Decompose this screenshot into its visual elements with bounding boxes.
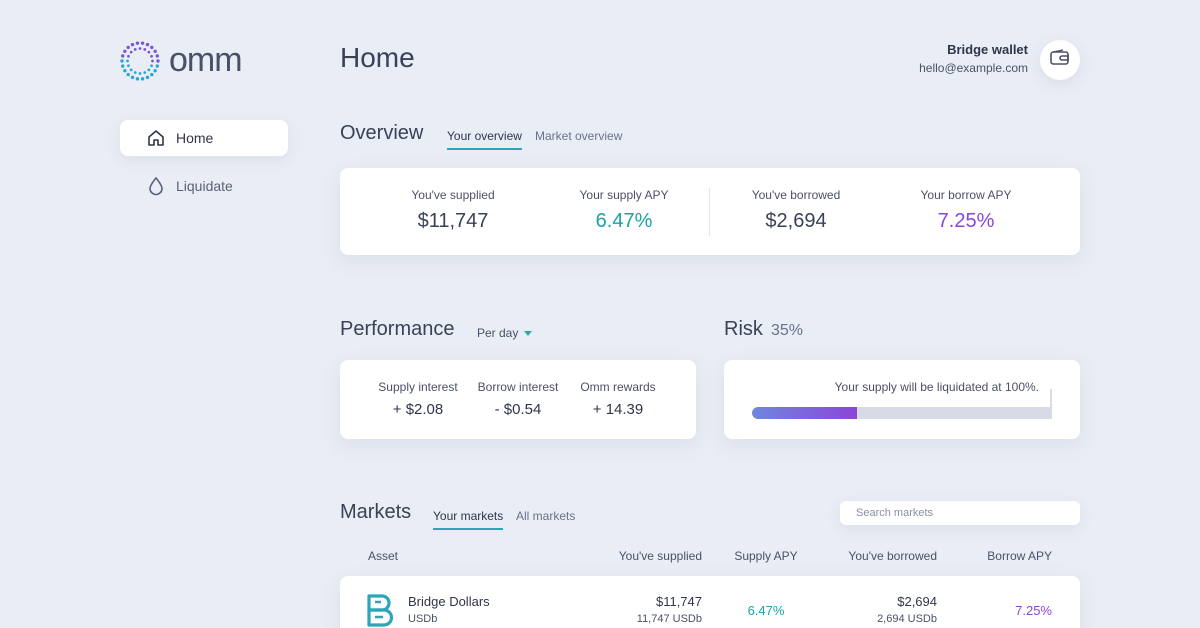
perf-supply-interest: Supply interest + $2.08 (376, 380, 460, 418)
table-row[interactable]: Bridge Dollars USDb $11,747 11,747 USDb … (340, 576, 1080, 628)
supplied-units: 11,747 USDb (636, 613, 702, 625)
risk-bar (752, 407, 1052, 419)
tab-all-markets[interactable]: All markets (516, 509, 575, 528)
borrow-apy: 7.25% (1015, 603, 1052, 618)
asset-name: Bridge Dollars (408, 594, 490, 609)
stat-value: $11,747 (417, 210, 489, 232)
risk-title: Risk (724, 318, 763, 340)
asset-symbol: USDb (408, 613, 438, 625)
risk-percent: 35% (771, 322, 804, 339)
overview-card: You've supplied $11,747 Your supply APY … (340, 168, 1080, 255)
risk-card: Your supply will be liquidated at 100%. (724, 360, 1080, 439)
column-header-borrow-apy: Borrow APY (987, 549, 1052, 563)
borrowed-units: 2,694 USDb (877, 613, 937, 625)
page-title: Home (340, 42, 415, 73)
borrowed-value: $2,694 (897, 594, 937, 609)
column-header-asset: Asset (368, 549, 399, 563)
stat-value: 7.25% (937, 210, 995, 232)
overview-title: Overview (340, 122, 424, 144)
stat-label: You've borrowed (751, 188, 841, 202)
sidebar-item-home[interactable]: Home (120, 120, 288, 156)
stat-value: 6.47% (595, 210, 653, 232)
stat-borrowed: You've borrowed $2,694 (711, 188, 881, 233)
tab-your-markets[interactable]: Your markets (433, 509, 504, 530)
liquidation-marker (1050, 389, 1052, 419)
stat-label: Your borrow APY (920, 188, 1012, 202)
brand-name: omm (169, 41, 243, 79)
perf-borrow-interest: Borrow interest - $0.54 (474, 380, 562, 418)
omm-logo-icon (120, 41, 160, 81)
period-value: Per day (477, 326, 519, 340)
stat-borrow-apy: Your borrow APY 7.25% (881, 188, 1051, 233)
risk-bar-fill (752, 407, 857, 419)
omm-logo[interactable]: omm (119, 40, 259, 81)
sidebar-item-label: Home (176, 130, 214, 146)
perf-omm-rewards: Omm rewards + 14.39 (576, 380, 660, 418)
perf-label: Omm rewards (580, 380, 656, 394)
home-icon (146, 128, 166, 148)
performance-title: Performance (340, 318, 455, 340)
stat-label: You've supplied (411, 188, 495, 202)
wallet-icon (1049, 48, 1071, 72)
markets-title: Markets (340, 501, 412, 523)
period-dropdown[interactable]: Per day (477, 326, 533, 340)
supplied-value: $11,747 (655, 594, 702, 609)
perf-value: - $0.54 (494, 401, 542, 418)
column-header-supply-apy: Supply APY (734, 549, 798, 563)
divider (709, 188, 710, 236)
wallet-button[interactable] (1040, 40, 1080, 80)
perf-label: Supply interest (378, 380, 458, 394)
wallet-email: hello@example.com (919, 61, 1028, 75)
sidebar-item-label: Liquidate (176, 178, 233, 194)
caret-down-icon (524, 326, 533, 340)
performance-card: Supply interest + $2.08 Borrow interest … (340, 360, 696, 439)
perf-label: Borrow interest (477, 380, 559, 394)
tab-market-overview[interactable]: Market overview (535, 129, 622, 148)
stat-supplied: You've supplied $11,747 (368, 188, 538, 233)
drop-icon (146, 176, 166, 196)
stat-supply-apy: Your supply APY 6.47% (539, 188, 709, 233)
perf-value: + 14.39 (592, 401, 644, 418)
supply-apy: 6.47% (747, 603, 785, 618)
sidebar-item-liquidate[interactable]: Liquidate (120, 168, 288, 204)
column-header-borrowed: You've borrowed (848, 549, 937, 563)
column-header-supplied: You've supplied (618, 549, 702, 563)
stat-value: $2,694 (765, 210, 827, 232)
stat-label: Your supply APY (579, 188, 669, 202)
search-input[interactable] (840, 501, 1080, 525)
risk-note: Your supply will be liquidated at 100%. (834, 380, 1039, 394)
bridge-dollars-icon (366, 594, 394, 628)
perf-value: + $2.08 (392, 401, 444, 418)
tab-your-overview[interactable]: Your overview (447, 129, 522, 150)
wallet-name: Bridge wallet (947, 42, 1028, 57)
